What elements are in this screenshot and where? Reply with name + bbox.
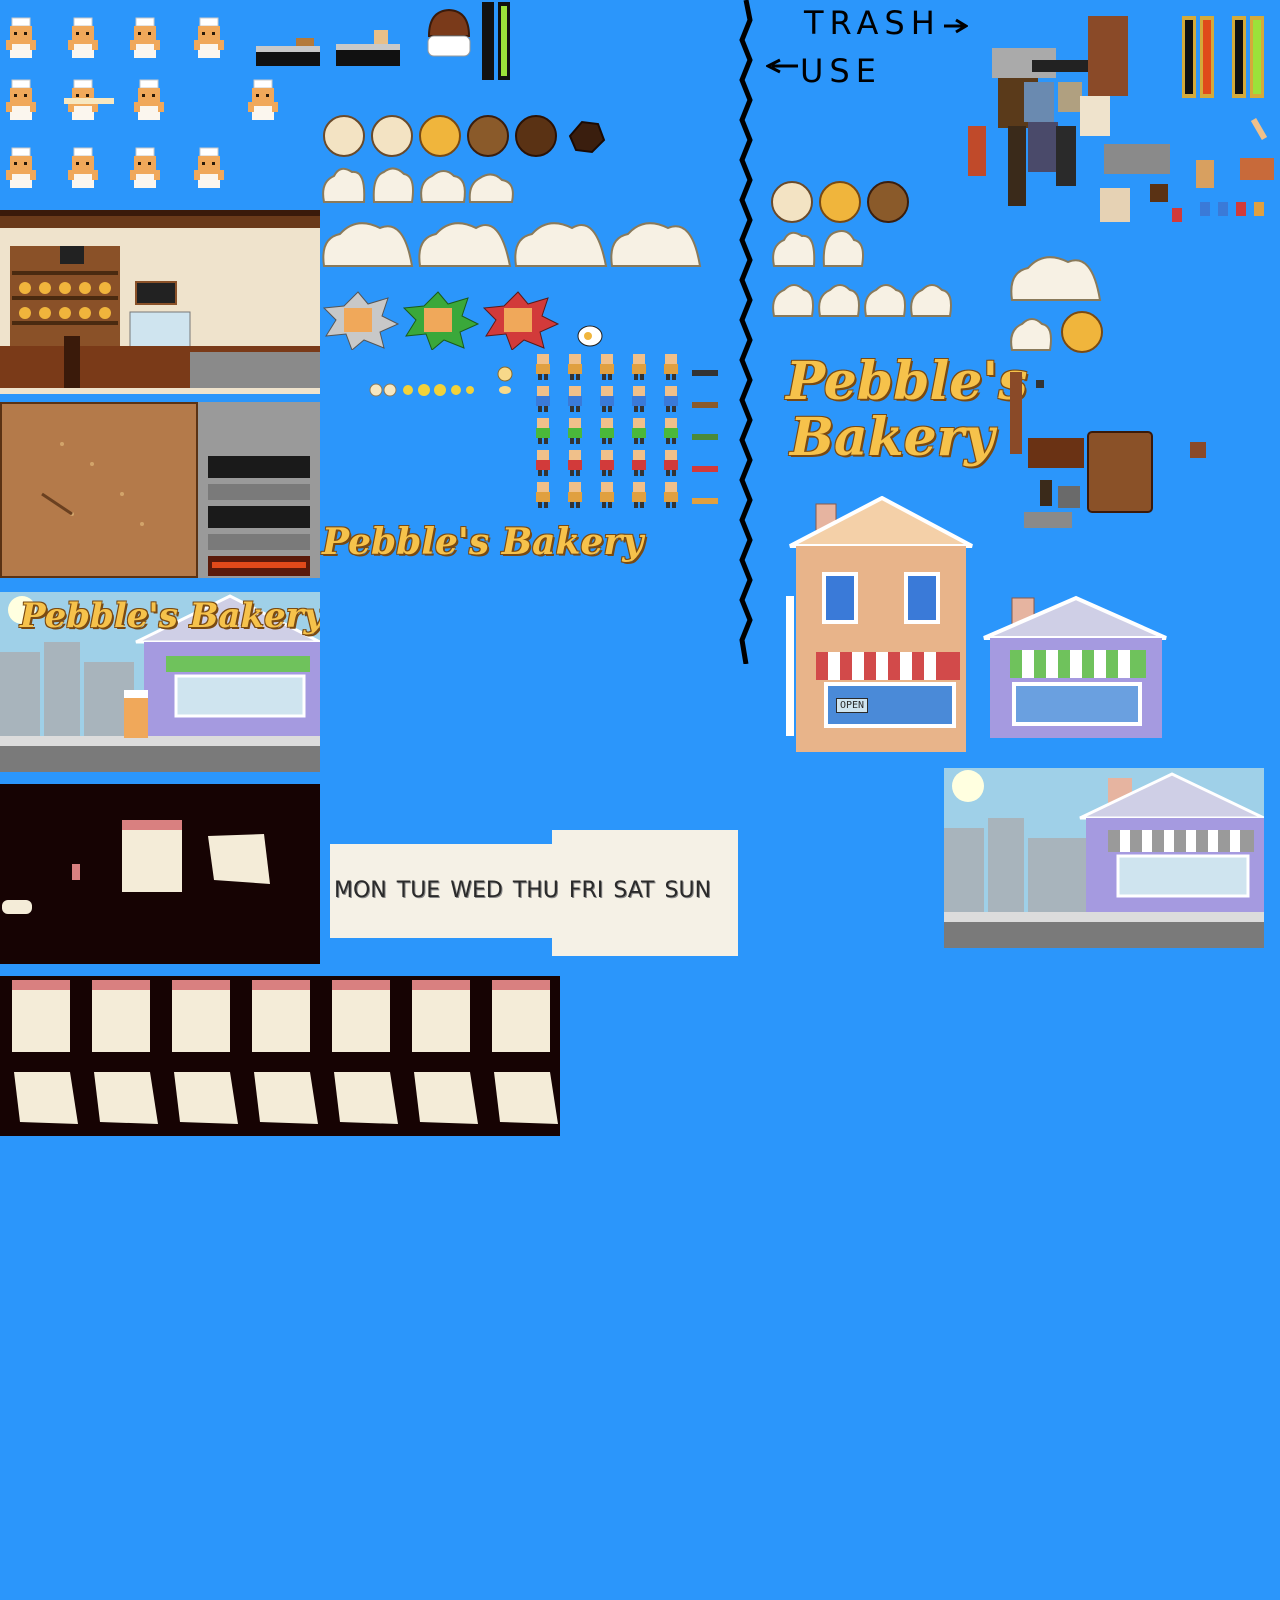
calendar-page: [252, 980, 310, 1052]
chef-hat-bread-icon: [424, 6, 474, 60]
thought-bubble-icon: [576, 324, 606, 350]
dough-icon: [772, 230, 864, 267]
dough-small-row: [320, 162, 520, 208]
baker-sprite-icon: [5, 17, 279, 189]
calendar-roll-icon: [2, 900, 32, 914]
counter-platform-2: [336, 30, 400, 66]
particle-row: [368, 382, 480, 398]
weekday-mon: MON: [334, 878, 387, 903]
dough-right-row: [770, 276, 960, 322]
calendar-page-panel: [0, 784, 320, 964]
wood-tiles: [1010, 372, 1210, 532]
kneading-table-panel: [0, 402, 198, 578]
logo-large-line2: Bakery: [790, 407, 995, 468]
weekday-wed: WED: [450, 878, 503, 903]
calendar-page-torn: [206, 832, 272, 888]
weekday-tue: TUE: [396, 878, 441, 903]
meter-bar-icon: [482, 2, 512, 80]
counter-platform-1: [256, 36, 320, 66]
customer-sprites: [534, 352, 724, 512]
brick-house: OPEN: [786, 496, 976, 752]
weekday-sat: SAT: [613, 878, 655, 903]
logo-large: Pebble's Bakery: [786, 351, 1028, 474]
weekdays-list: MON TUE WED THU FRI SAT SUN: [334, 878, 734, 908]
dough-large-row: [320, 208, 704, 270]
dough-right-small: [770, 226, 870, 272]
logo-scene: Pebble's Bakery: [20, 596, 320, 636]
customer-sprite-icon: [536, 354, 718, 508]
misc-sprites: [1100, 118, 1280, 228]
meter-bar-icon: [1182, 16, 1216, 98]
bakery-interior-scene: [0, 210, 320, 394]
trash-arrow-icon: [944, 18, 968, 34]
bun-row: [320, 114, 610, 158]
calendar-page-torn: [14, 1072, 558, 1124]
street-background-scene: [944, 768, 1264, 948]
calendar-page: [92, 980, 150, 1052]
weekday-sun: SUN: [664, 878, 712, 903]
use-arrow-icon: [766, 58, 798, 74]
dough-right-large: [1008, 244, 1104, 304]
calendar-page: [122, 820, 182, 892]
sheet-divider: [738, 0, 754, 664]
weekday-thu: THU: [512, 878, 559, 903]
dough-icon: [322, 222, 702, 267]
bun-row-right: [770, 180, 910, 224]
bread-bun-icon: [323, 115, 606, 157]
trash-label: TRASH: [804, 4, 941, 42]
baking-result-splashes: [322, 290, 562, 350]
calendar-page: [412, 980, 470, 1052]
calendar-page: [492, 980, 550, 1052]
calendar-page: [172, 980, 230, 1052]
oven-panel: [198, 402, 320, 578]
weekday-fri: FRI: [568, 878, 604, 903]
meter-bar-icon: [1232, 16, 1266, 98]
dough-icon: [772, 284, 952, 317]
use-label: USE: [800, 52, 882, 90]
bread-bun-icon: [771, 181, 909, 223]
calendar-pages-strip: [0, 976, 560, 1136]
purple-house: [982, 588, 1168, 738]
calendar-page: [12, 980, 70, 1052]
logo-large-line1: Pebble's: [786, 351, 1028, 412]
calendar-tab-icon: [72, 864, 80, 880]
dough-icon: [322, 167, 514, 203]
coin-icon: [496, 366, 514, 396]
title-street-scene: Pebble's Bakery: [0, 592, 320, 772]
logo-small: Pebble's Bakery: [322, 521, 644, 563]
dough-icon: [1010, 256, 1102, 301]
open-sign: OPEN: [836, 698, 869, 713]
calendar-page: [332, 980, 390, 1052]
dough-bun-pair: [1008, 310, 1104, 356]
baker-sprites: [0, 10, 280, 195]
